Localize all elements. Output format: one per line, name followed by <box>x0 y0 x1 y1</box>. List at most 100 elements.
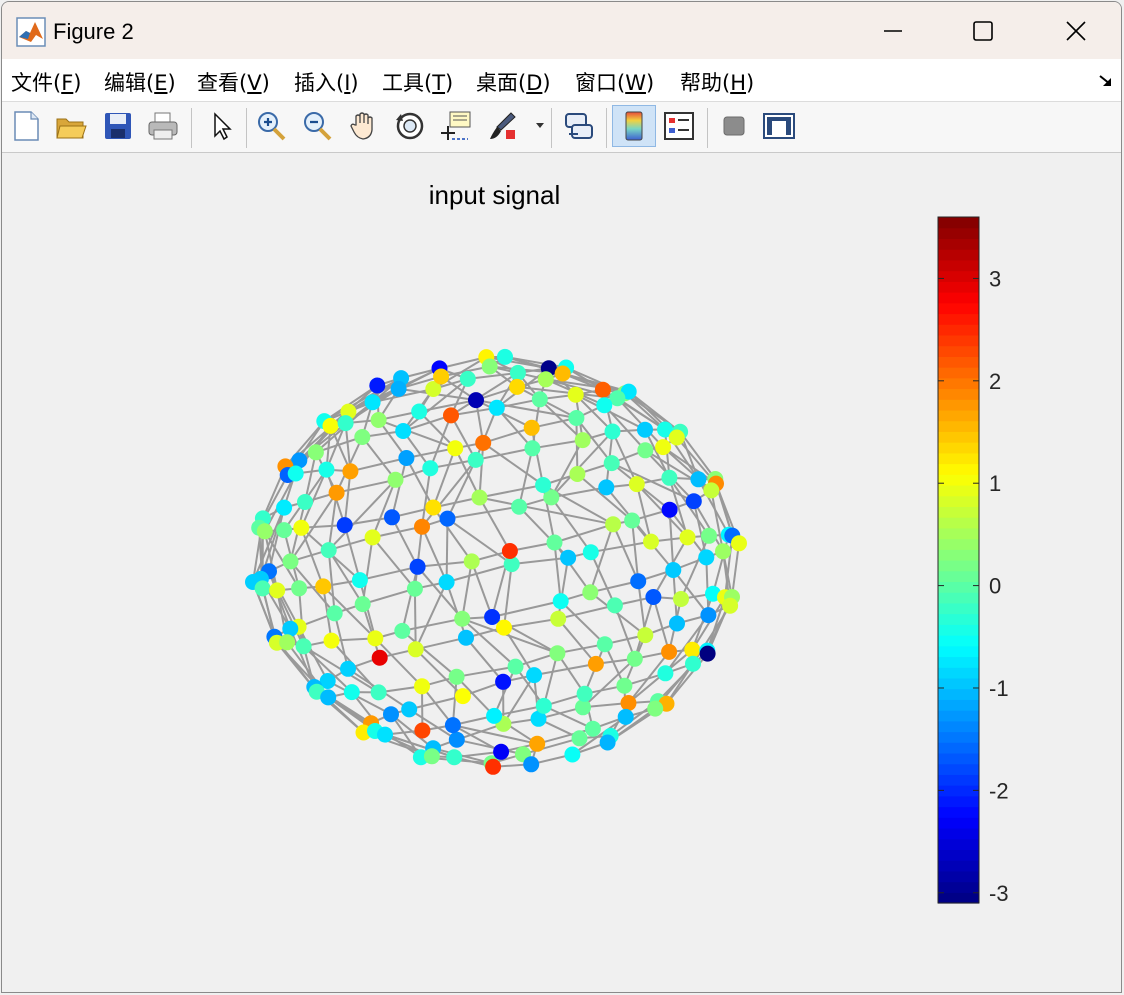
graph-node <box>438 574 455 591</box>
graph-node <box>351 572 368 589</box>
graph-node <box>698 549 715 566</box>
insert-legend-button[interactable] <box>661 107 697 145</box>
colorbar-segment <box>938 409 979 422</box>
graph-node <box>370 412 387 428</box>
hide-plot-tools-button[interactable] <box>716 107 752 145</box>
graph-node <box>354 596 371 613</box>
print-button[interactable] <box>145 107 181 145</box>
graph-node <box>444 717 461 734</box>
dock-figure-icon[interactable] <box>1098 73 1116 89</box>
rotate-3d-button[interactable] <box>392 107 428 145</box>
graph-edge <box>461 561 473 619</box>
graph-node <box>661 469 678 486</box>
graph-edge <box>413 526 423 589</box>
graph-edge <box>268 570 292 630</box>
graph-node <box>731 535 747 552</box>
show-plot-tools-button[interactable] <box>761 107 797 145</box>
graph-edge <box>350 457 407 473</box>
graph-node <box>276 522 293 539</box>
close-button[interactable] <box>1031 2 1121 59</box>
graph-node <box>322 417 339 434</box>
graph-node <box>526 667 543 684</box>
open-folder-icon <box>56 118 87 139</box>
colorbar-segment <box>938 795 979 808</box>
graph-node <box>364 529 381 546</box>
colorbar-segment <box>938 388 979 400</box>
graph-edge <box>371 479 397 538</box>
graph-node <box>669 615 685 632</box>
graph-node <box>604 423 621 440</box>
rotate-3d-icon <box>396 112 424 140</box>
graph-node <box>459 370 476 387</box>
colorbar-segment <box>938 345 979 357</box>
graph-node <box>722 597 739 614</box>
graph-plot[interactable]: 3 2 1 0 -1 -2 -3 <box>2 153 1122 993</box>
open-file-button[interactable] <box>53 107 89 145</box>
menu-edit[interactable]: 编辑(E) <box>104 67 176 97</box>
insert-colorbar-button[interactable] <box>612 105 656 147</box>
graph-edge <box>503 617 559 629</box>
graph-edge <box>402 617 463 632</box>
graph-node <box>337 415 354 432</box>
colorbar-segment <box>938 270 979 282</box>
brush-dropdown-icon[interactable] <box>535 122 545 130</box>
figure-canvas[interactable]: input signal 3 2 1 0 -1 -2 -3 <box>2 153 1122 993</box>
colorbar-segment <box>938 656 979 668</box>
link-plot-icon <box>565 113 593 139</box>
graph-node <box>481 358 498 375</box>
menu-insert[interactable]: 插入(I) <box>294 67 359 97</box>
brush-icon <box>490 112 516 139</box>
graph-node <box>425 499 442 516</box>
menu-view[interactable]: 查看(V) <box>197 67 270 97</box>
new-figure-button[interactable] <box>8 107 44 145</box>
title-bar[interactable]: Figure 2 <box>2 2 1121 59</box>
colorbar-segment <box>938 495 979 508</box>
graph-edge <box>343 471 352 526</box>
graph-node <box>582 544 599 561</box>
colorbar-segment <box>938 313 979 325</box>
graph-node <box>511 498 528 515</box>
colorbar-tick-label: -1 <box>989 676 1009 701</box>
pan-button[interactable] <box>345 107 381 145</box>
zoom-in-icon <box>258 112 286 141</box>
graph-node <box>493 743 510 760</box>
minimize-button[interactable] <box>848 2 938 59</box>
graph-node <box>282 553 299 570</box>
menu-tools[interactable]: 工具(T) <box>382 67 453 97</box>
colorbar[interactable]: 3 2 1 0 -1 -2 -3 <box>937 216 1009 906</box>
colorbar-tick-label: -3 <box>989 881 1009 906</box>
menu-file[interactable]: 文件(F) <box>11 67 82 97</box>
data-cursor-button[interactable] <box>438 107 474 145</box>
graph-node <box>406 580 423 597</box>
edit-plot-button[interactable] <box>203 107 239 145</box>
graph-edge <box>560 600 606 645</box>
colorbar-segment <box>938 592 979 604</box>
colorbar-segment <box>938 881 979 893</box>
colorbar-segment <box>938 645 979 658</box>
legend-icon <box>664 112 694 140</box>
colorbar-segment <box>938 281 979 293</box>
brush-button[interactable] <box>485 107 521 145</box>
menu-window[interactable]: 窗口(W) <box>575 67 654 97</box>
menu-help[interactable]: 帮助(H) <box>680 67 754 97</box>
graph-node <box>443 407 459 424</box>
zoom-out-button[interactable] <box>299 107 335 145</box>
graph-node <box>423 748 440 765</box>
zoom-in-button[interactable] <box>253 107 289 145</box>
colorbar-tick-label: 2 <box>989 369 1001 394</box>
graph-node <box>537 371 554 388</box>
maximize-button[interactable] <box>938 2 1028 59</box>
menu-desktop[interactable]: 桌面(D) <box>476 67 551 97</box>
colorbar-tick-label: 0 <box>989 574 1001 599</box>
save-button[interactable] <box>100 107 136 145</box>
graph-node <box>501 543 518 559</box>
print-icon <box>148 112 178 140</box>
graph-node <box>495 673 512 690</box>
graph-edge <box>511 556 569 566</box>
graph-node <box>576 685 593 702</box>
link-plot-button[interactable] <box>561 107 597 145</box>
colorbar-segment <box>938 624 979 636</box>
graph-node <box>414 722 431 739</box>
pan-hand-icon <box>350 112 373 140</box>
graph-node <box>599 734 616 751</box>
